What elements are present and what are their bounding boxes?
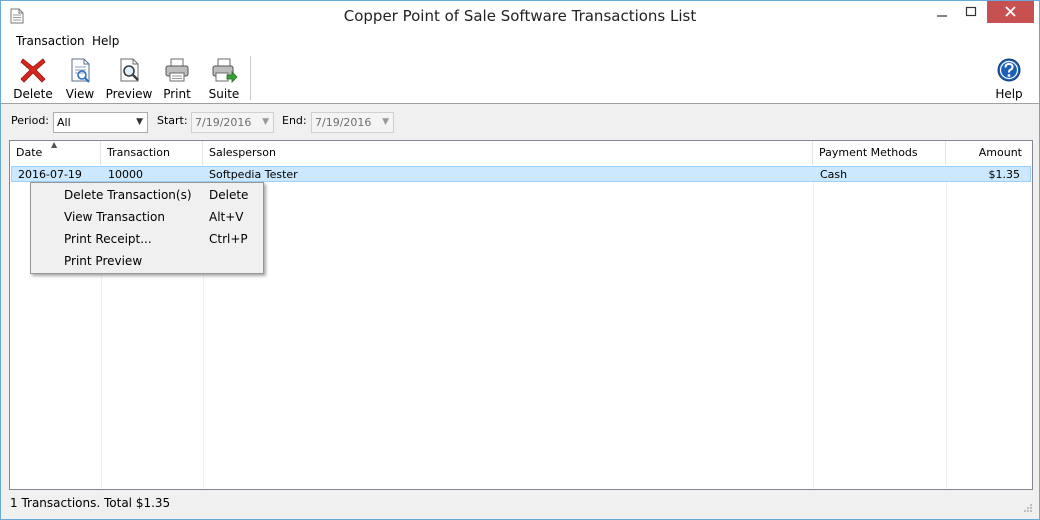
- minimize-icon: [937, 15, 947, 17]
- print-label: Print: [163, 87, 191, 101]
- suite-label: Suite: [208, 87, 240, 101]
- view-document-icon: [71, 58, 90, 83]
- column-header-amount-label: Amount: [978, 146, 1022, 159]
- context-menu-item-print-receipt[interactable]: Print Receipt... Ctrl+P: [31, 228, 263, 250]
- minimize-button[interactable]: [929, 1, 955, 23]
- print-button[interactable]: Print: [158, 56, 196, 102]
- context-menu-item-label: Delete Transaction(s): [64, 188, 192, 202]
- column-header-payment-methods-label: Payment Methods: [819, 146, 918, 159]
- maximize-button[interactable]: [958, 1, 984, 23]
- period-select[interactable]: All ▼: [53, 112, 148, 133]
- chevron-down-icon: ▼: [136, 117, 143, 127]
- filter-bar: Period: All ▼ Start: 7/19/2016 ▼ End: 7/…: [1, 105, 1039, 137]
- column-header-payment-methods[interactable]: Payment Methods: [813, 141, 946, 165]
- help-question-icon: [997, 58, 1021, 82]
- preview-label: Preview: [105, 87, 153, 101]
- delete-x-icon: [20, 58, 46, 83]
- column-gridline: [813, 165, 814, 489]
- table-row[interactable]: 2016-07-19 10000 Softpedia Tester Cash $…: [11, 166, 1031, 182]
- menu-transaction[interactable]: Transaction: [16, 34, 85, 48]
- magnifier-document-icon: [120, 58, 139, 82]
- menu-bar: Transaction Help: [1, 31, 1039, 52]
- title-bar[interactable]: Copper Point of Sale Software Transactio…: [1, 1, 1039, 31]
- column-header-salesperson-label: Salesperson: [209, 146, 276, 159]
- menu-help[interactable]: Help: [92, 34, 119, 48]
- toolbar: Delete View Preview Print Suite Help: [1, 52, 1039, 104]
- chevron-down-icon: ▼: [262, 117, 269, 127]
- context-menu-item-label: View Transaction: [64, 210, 165, 224]
- context-menu: Delete Transaction(s) Delete View Transa…: [30, 182, 264, 274]
- column-header-amount[interactable]: Amount: [946, 141, 1032, 165]
- context-menu-item-shortcut: Ctrl+P: [209, 232, 248, 246]
- preview-button[interactable]: Preview: [105, 56, 153, 102]
- cell-payment-method: Cash: [820, 168, 848, 181]
- help-label: Help: [995, 87, 1023, 101]
- status-text: 1 Transactions. Total $1.35: [10, 496, 171, 510]
- resize-grip-icon[interactable]: [1023, 503, 1033, 513]
- column-header-salesperson[interactable]: Salesperson: [203, 141, 813, 165]
- chevron-down-icon: ▼: [382, 117, 389, 127]
- column-header-transaction[interactable]: Transaction: [101, 141, 203, 165]
- sort-ascending-icon: ▲: [51, 140, 58, 149]
- app-window: Copper Point of Sale Software Transactio…: [0, 0, 1040, 520]
- suite-arrow-icon: [212, 58, 238, 83]
- start-date-picker[interactable]: 7/19/2016 ▼: [191, 112, 274, 133]
- start-date-value: 7/19/2016: [195, 116, 252, 129]
- context-menu-item-print-preview[interactable]: Print Preview: [31, 250, 263, 272]
- context-menu-item-label: Print Preview: [64, 254, 143, 268]
- column-header-date[interactable]: ▲ Date: [10, 141, 101, 165]
- delete-button[interactable]: Delete: [11, 56, 55, 102]
- close-button[interactable]: [987, 1, 1034, 23]
- context-menu-item-view-transaction[interactable]: View Transaction Alt+V: [31, 206, 263, 228]
- column-header-transaction-label: Transaction: [107, 146, 170, 159]
- end-date-value: 7/19/2016: [315, 116, 372, 129]
- cell-salesperson: Softpedia Tester: [209, 168, 298, 181]
- toolbar-separator: [250, 56, 251, 100]
- period-value: All: [57, 116, 71, 129]
- view-button[interactable]: View: [61, 56, 99, 102]
- start-label: Start:: [157, 114, 188, 127]
- close-icon: [1005, 6, 1016, 17]
- printer-icon: [165, 58, 189, 82]
- end-label: End:: [282, 114, 307, 127]
- delete-label: Delete: [13, 87, 53, 101]
- cell-transaction: 10000: [108, 168, 143, 181]
- end-date-picker[interactable]: 7/19/2016 ▼: [311, 112, 394, 133]
- window-title: Copper Point of Sale Software Transactio…: [343, 7, 697, 25]
- maximize-icon: [965, 6, 977, 17]
- context-menu-item-label: Print Receipt...: [64, 232, 152, 246]
- context-menu-item-shortcut: Alt+V: [209, 210, 244, 224]
- column-gridline: [946, 165, 947, 489]
- period-label: Period:: [11, 114, 50, 127]
- context-menu-item-delete-transaction[interactable]: Delete Transaction(s) Delete: [31, 184, 263, 206]
- cell-amount: $1.35: [988, 168, 1021, 181]
- suite-button[interactable]: Suite: [204, 56, 244, 102]
- status-bar: 1 Transactions. Total $1.35: [1, 491, 1039, 519]
- view-label: View: [65, 87, 95, 101]
- column-header-date-label: Date: [16, 146, 43, 159]
- context-menu-item-shortcut: Delete: [209, 188, 249, 202]
- cell-date: 2016-07-19: [18, 168, 82, 181]
- help-button[interactable]: Help: [991, 56, 1027, 102]
